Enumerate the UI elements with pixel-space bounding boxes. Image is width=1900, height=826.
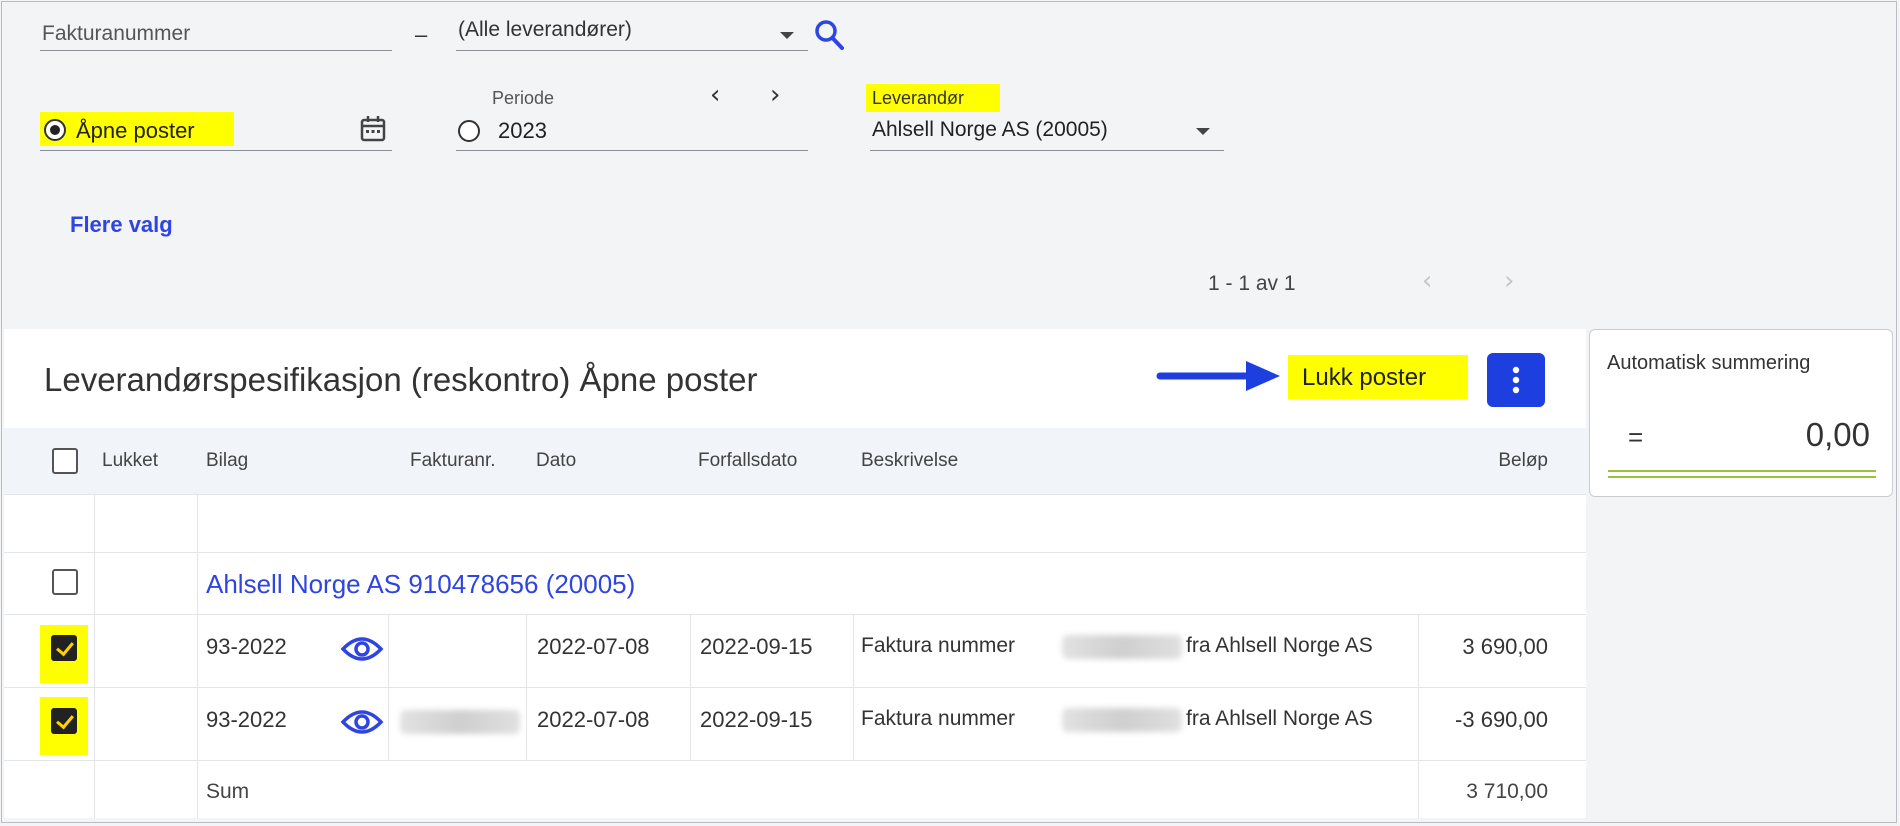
row-divider xyxy=(4,760,1586,761)
dropdown-arrow-icon xyxy=(1196,128,1210,135)
pagination-text: 1 - 1 av 1 xyxy=(1208,272,1296,295)
summary-underline xyxy=(1608,470,1876,472)
arrow-right-icon xyxy=(1156,361,1280,391)
calendar-icon[interactable] xyxy=(358,114,388,144)
select-all-checkbox[interactable] xyxy=(52,448,78,474)
period-value: 2023 xyxy=(498,118,547,143)
col-belop[interactable]: Beløp xyxy=(1498,450,1548,472)
col-divider xyxy=(1418,614,1419,818)
row-divider xyxy=(4,552,1586,553)
row2-desc-prefix: Faktura nummer xyxy=(861,707,1016,730)
col-divider xyxy=(526,614,527,760)
eye-icon[interactable] xyxy=(340,635,384,663)
col-lukket[interactable]: Lukket xyxy=(102,450,158,472)
range-dash: – xyxy=(415,22,428,47)
row2-bilag-link[interactable]: 93-2022 xyxy=(206,707,287,733)
open-items-radio[interactable] xyxy=(44,119,66,141)
row-divider xyxy=(4,614,1586,615)
row2-dato: 2022-07-08 xyxy=(537,707,650,732)
row2-belop: -3 690,00 xyxy=(1455,707,1548,732)
summary-title: Automatisk summering xyxy=(1607,352,1811,374)
row-divider xyxy=(4,687,1586,688)
col-divider xyxy=(94,494,95,818)
row1-redacted-number xyxy=(1062,635,1182,659)
row2-desc-suffix: fra Ahlsell Norge AS xyxy=(1186,707,1373,730)
sum-value: 3 710,00 xyxy=(1466,780,1548,803)
col-divider xyxy=(197,494,198,818)
pagination-prev-icon[interactable]: ‹ xyxy=(1422,266,1432,296)
chevron-left-icon[interactable]: ‹ xyxy=(710,80,720,110)
table-header: Lukket Bilag Fakturanr. Dato Forfallsdat… xyxy=(4,428,1586,494)
supplier-select-value: Ahlsell Norge AS (20005) xyxy=(872,118,1108,141)
row2-redacted-number xyxy=(1062,708,1182,732)
row1-bilag-link[interactable]: 93-2022 xyxy=(206,634,287,660)
group-checkbox[interactable] xyxy=(52,569,78,595)
kebab-menu-icon xyxy=(1512,366,1520,394)
row2-redacted-invoice xyxy=(400,710,520,734)
ledger-panel: Leverandørspesifikasjon (reskontro) Åpne… xyxy=(4,329,1586,818)
supplier-scope-select[interactable]: (Alle leverandører) xyxy=(456,14,808,51)
open-items-label: Åpne poster xyxy=(76,118,195,143)
supplier-select[interactable]: Ahlsell Norge AS (20005) xyxy=(870,114,1224,151)
period-radio[interactable] xyxy=(458,120,480,142)
col-fakturanr[interactable]: Fakturanr. xyxy=(410,450,496,472)
dropdown-arrow-icon xyxy=(780,32,794,39)
period-label: Periode xyxy=(492,88,555,108)
pagination-next-icon[interactable]: › xyxy=(1504,266,1514,296)
sum-label: Sum xyxy=(206,780,250,803)
eye-icon[interactable] xyxy=(340,708,384,736)
summary-value: 0,00 xyxy=(1805,416,1870,453)
invoice-number-placeholder: Fakturanummer xyxy=(42,22,191,45)
close-items-button[interactable]: Lukk poster xyxy=(1288,355,1468,399)
more-options-link[interactable]: Flere valg xyxy=(70,212,173,238)
row2-forfall: 2022-09-15 xyxy=(700,707,813,732)
col-beskrivelse[interactable]: Beskrivelse xyxy=(861,450,958,472)
supplier-label: Leverandør xyxy=(872,88,965,108)
panel-title: Leverandørspesifikasjon (reskontro) Åpne… xyxy=(44,361,758,398)
row1-desc-prefix: Faktura nummer xyxy=(861,634,1016,657)
open-items-field[interactable]: Åpne poster xyxy=(40,110,392,151)
chevron-right-icon[interactable]: › xyxy=(770,80,780,110)
row-divider xyxy=(4,494,1586,495)
supplier-scope-value: (Alle leverandører) xyxy=(458,18,632,41)
col-bilag[interactable]: Bilag xyxy=(206,450,248,472)
col-forfallsdato[interactable]: Forfallsdato xyxy=(698,450,797,472)
row2-checkbox[interactable] xyxy=(51,708,77,734)
close-items-label: Lukk poster xyxy=(1302,364,1427,391)
kebab-menu-button[interactable] xyxy=(1487,353,1545,407)
row1-checkbox[interactable] xyxy=(51,635,77,661)
summary-equals: = xyxy=(1628,422,1644,452)
invoice-number-field[interactable]: Fakturanummer xyxy=(40,18,392,51)
col-dato[interactable]: Dato xyxy=(536,450,576,472)
group-title-link[interactable]: Ahlsell Norge AS 910478656 (20005) xyxy=(206,569,635,600)
col-divider xyxy=(853,614,854,760)
row1-dato: 2022-07-08 xyxy=(537,634,650,659)
summary-underline xyxy=(1608,476,1876,478)
col-divider xyxy=(690,614,691,760)
row1-belop: 3 690,00 xyxy=(1462,634,1548,659)
col-divider xyxy=(388,614,389,760)
period-field[interactable]: 2023 xyxy=(456,112,808,151)
row1-forfall: 2022-09-15 xyxy=(700,634,813,659)
row1-desc-suffix: fra Ahlsell Norge AS xyxy=(1186,634,1373,657)
search-icon[interactable] xyxy=(814,18,846,52)
summary-card: Automatisk summering = 0,00 xyxy=(1589,329,1893,497)
